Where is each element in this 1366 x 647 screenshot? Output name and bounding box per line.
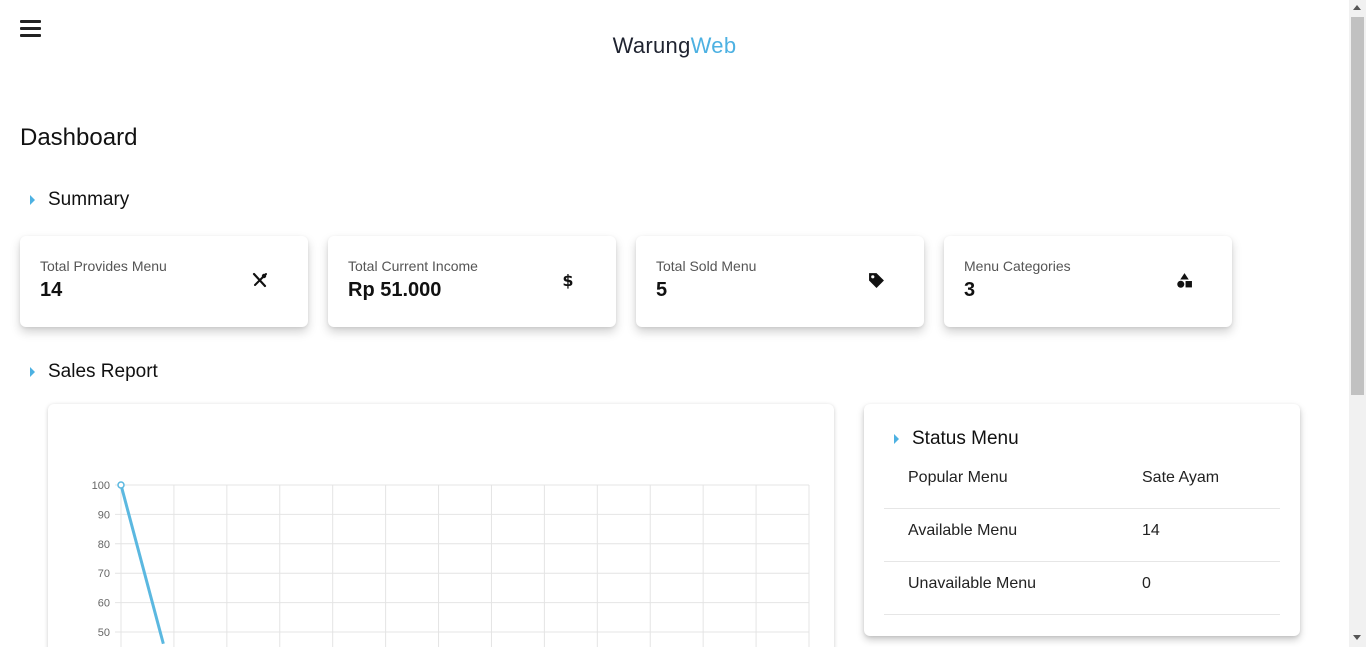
y-tick-label: 60 — [98, 598, 110, 610]
summary-card-sold-menu: Total Sold Menu 5 — [636, 236, 924, 327]
y-tick-label: 90 — [98, 509, 110, 521]
y-tick-label: 50 — [98, 627, 110, 639]
card-value: 5 — [656, 279, 668, 301]
card-label: Total Sold Menu — [656, 258, 757, 274]
y-tick-label: 100 — [92, 480, 110, 492]
row-label: Available Menu — [908, 522, 1018, 539]
table-row: Popular Menu Sate Ayam — [884, 456, 1280, 509]
dollar-icon: $ — [562, 270, 574, 290]
page-scrollbar[interactable] — [1349, 0, 1366, 647]
caret-right-icon — [30, 195, 35, 205]
scroll-down-arrow-icon[interactable] — [1353, 635, 1361, 640]
y-tick-label: 70 — [98, 568, 110, 580]
series-line — [119, 484, 165, 645]
card-label: Menu Categories — [964, 258, 1071, 274]
summary-card-income: Total Current Income Rp 51.000 $ — [328, 236, 616, 327]
card-value: 14 — [40, 279, 63, 301]
caret-right-icon — [894, 434, 899, 444]
sales-chart-panel: 50 60 70 80 90 100 — [48, 404, 834, 647]
status-menu-panel: Status Menu Popular Menu Sate Ayam Avail… — [864, 404, 1300, 636]
shapes-icon — [1174, 270, 1194, 290]
summary-card-total-menu: Total Provides Menu 14 — [20, 236, 308, 327]
row-value: 0 — [1142, 575, 1151, 592]
row-value: 14 — [1142, 522, 1160, 539]
summary-card-categories: Menu Categories 3 — [944, 236, 1232, 327]
table-row: Available Menu 14 — [884, 509, 1280, 562]
row-value: Sate Ayam — [1142, 469, 1220, 486]
summary-heading: Summary — [48, 189, 130, 210]
brand-part1: Warung — [612, 33, 691, 58]
sales-report-heading: Sales Report — [48, 361, 158, 382]
page-title: Dashboard — [20, 124, 138, 151]
data-point — [117, 481, 125, 489]
card-label: Total Current Income — [348, 258, 478, 274]
table-row: Unavailable Menu 0 — [884, 562, 1280, 615]
status-menu-title: Status Menu — [912, 428, 1019, 449]
tag-icon — [866, 270, 886, 290]
scrollbar-thumb[interactable] — [1351, 17, 1364, 395]
scroll-up-arrow-icon[interactable] — [1353, 5, 1361, 10]
utensils-icon — [250, 270, 270, 290]
card-value: Rp 51.000 — [348, 279, 442, 301]
brand-part2: Web — [690, 33, 737, 58]
brand-logo[interactable]: WarungWeb — [0, 33, 1349, 59]
sales-line-chart: 50 60 70 80 90 100 — [92, 480, 810, 647]
row-label: Unavailable Menu — [908, 575, 1037, 592]
card-label: Total Provides Menu — [40, 258, 167, 274]
status-table: Popular Menu Sate Ayam Available Menu 14… — [884, 456, 1280, 615]
caret-right-icon — [30, 367, 35, 377]
summary-section-header: Summary — [30, 189, 129, 211]
y-tick-label: 80 — [98, 539, 110, 551]
row-label: Popular Menu — [908, 469, 1008, 486]
status-menu-header: Status Menu — [894, 428, 1019, 450]
sales-report-section-header: Sales Report — [30, 361, 158, 383]
card-value: 3 — [964, 279, 976, 301]
